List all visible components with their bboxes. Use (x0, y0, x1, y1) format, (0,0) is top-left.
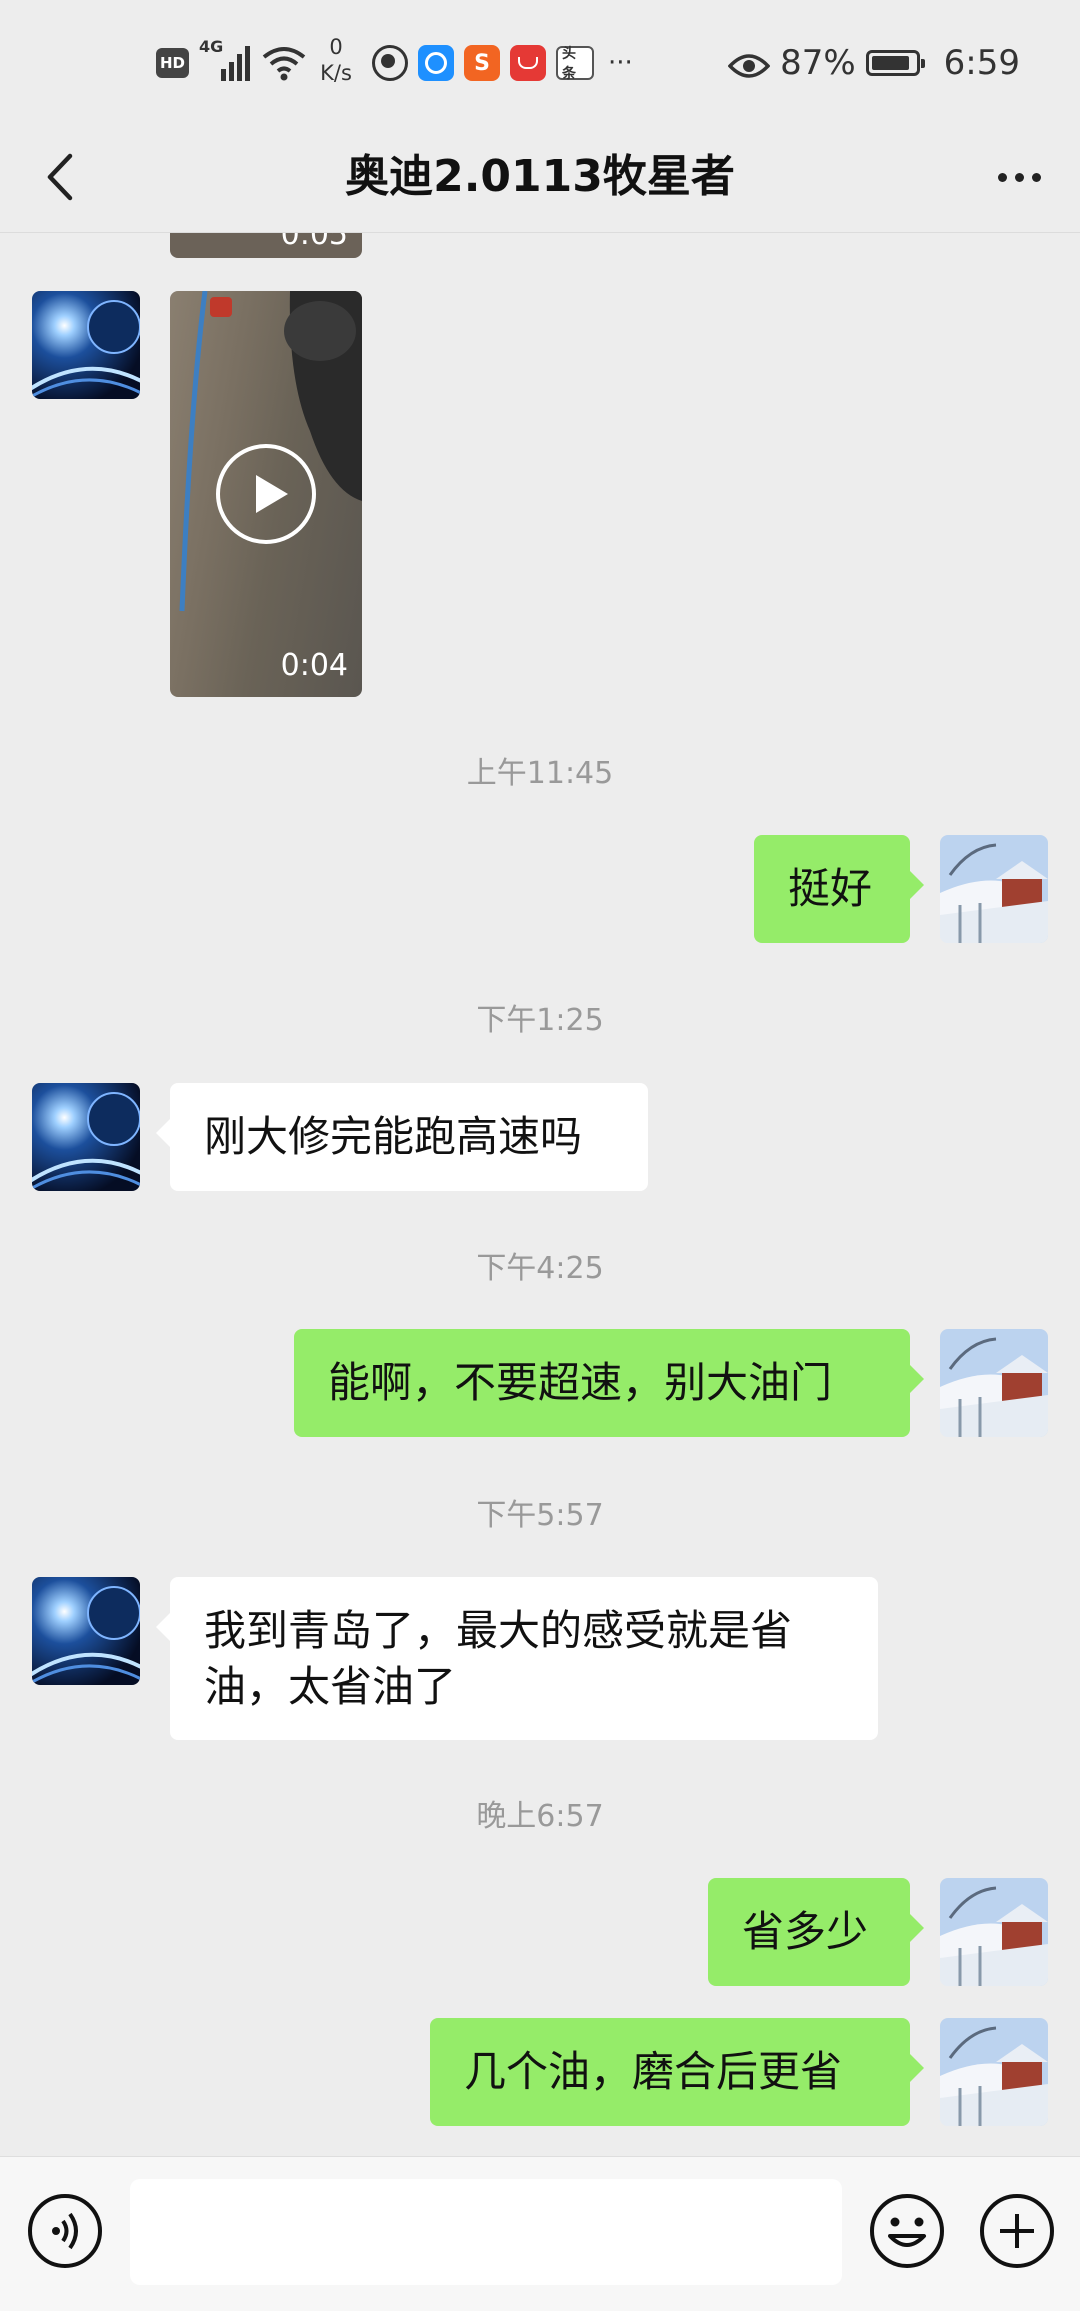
timestamp: 下午4:25 (476, 1251, 604, 1286)
eye-icon (727, 49, 771, 78)
my-avatar[interactable] (940, 835, 1048, 943)
sogou-icon: S (464, 45, 500, 81)
message-text: 几个油，磨合后更省 (464, 2047, 843, 2096)
timestamp: 上午11:45 (466, 756, 614, 791)
more-functions-button[interactable] (978, 2192, 1056, 2270)
net-speed-unit: K/s (320, 61, 352, 85)
qq-browser-icon (418, 45, 454, 81)
message-text: 省多少 (742, 1907, 869, 1956)
voice-button[interactable] (28, 2194, 102, 2268)
timestamp: 下午1:25 (476, 1003, 604, 1038)
timestamp: 下午5:57 (476, 1498, 604, 1533)
video-duration: 0:05 (280, 233, 348, 252)
status-right: 87% 6:59 (727, 40, 1020, 86)
wifi-icon (261, 43, 307, 83)
message-input[interactable] (130, 2179, 842, 2285)
more-options-button[interactable] (984, 144, 1054, 210)
video-message[interactable]: 0:04 (170, 291, 362, 697)
hd-badge: HD (156, 48, 190, 78)
contact-avatar[interactable] (32, 291, 140, 399)
chat-area[interactable]: 0:05 0:04 上午11:45 挺好 下午1:25 刚大修完能跑高速吗 下午… (0, 233, 1080, 2155)
incoming-message[interactable]: 刚大修完能跑高速吗 (156, 1083, 648, 1191)
incoming-message[interactable]: 我到青岛了，最大的感受就是省 油，太省油了 (156, 1577, 878, 1740)
my-avatar[interactable] (940, 1878, 1048, 1986)
outgoing-message[interactable]: 省多少 (708, 1878, 924, 1986)
clock: 6:59 (943, 43, 1020, 83)
toutiao-icon: 头条 (556, 46, 594, 82)
signal-icon: 4G (199, 37, 251, 83)
contact-avatar[interactable] (32, 1083, 140, 1191)
contact-avatar[interactable] (32, 1577, 140, 1685)
battery-icon (865, 50, 925, 76)
message-text-line-1: 我到青岛了，最大的感受就是省 (204, 1606, 793, 1655)
timestamp: 晚上6:57 (476, 1799, 604, 1834)
more-notifications-icon: ··· (608, 48, 633, 78)
plus-icon (980, 2194, 1054, 2268)
title-bar: 奥迪2.0113牧星者 (0, 122, 1080, 233)
status-left-icons: HD 4G (156, 37, 307, 86)
outgoing-message[interactable]: 能啊，不要超速，别大油门 (294, 1329, 924, 1437)
input-bar (0, 2156, 1080, 2311)
my-avatar[interactable] (940, 2018, 1048, 2126)
video-message-previous[interactable]: 0:05 (170, 233, 362, 258)
play-icon[interactable] (216, 444, 316, 544)
more-dots-icon (997, 172, 1007, 182)
net-speed: 0 K/s (316, 34, 356, 86)
battery-percent: 87% (780, 43, 856, 83)
notification-icons: S 头条 ··· (372, 40, 633, 86)
outgoing-message[interactable]: 挺好 (754, 835, 924, 943)
my-avatar[interactable] (940, 1329, 1048, 1437)
status-bar: HD 4G 0 K/s S 头条 ··· 87% 6:59 (0, 0, 1080, 122)
video-duration: 0:04 (280, 648, 348, 683)
net-speed-value: 0 (329, 35, 343, 59)
huawei-mall-icon (510, 45, 546, 81)
message-text: 挺好 (788, 864, 873, 913)
emoji-icon (870, 2194, 944, 2268)
browser-icon (372, 45, 408, 81)
network-type: 4G (199, 37, 224, 56)
message-text: 刚大修完能跑高速吗 (204, 1112, 583, 1161)
outgoing-message[interactable]: 几个油，磨合后更省 (430, 2018, 924, 2126)
message-text-line-2: 油，太省油了 (204, 1662, 457, 1711)
battery-level (871, 56, 909, 70)
chat-title: 奥迪2.0113牧星者 (345, 151, 735, 202)
message-text: 能啊，不要超速，别大油门 (328, 1358, 833, 1407)
emoji-button[interactable] (868, 2192, 946, 2270)
voice-icon (52, 2212, 78, 2250)
